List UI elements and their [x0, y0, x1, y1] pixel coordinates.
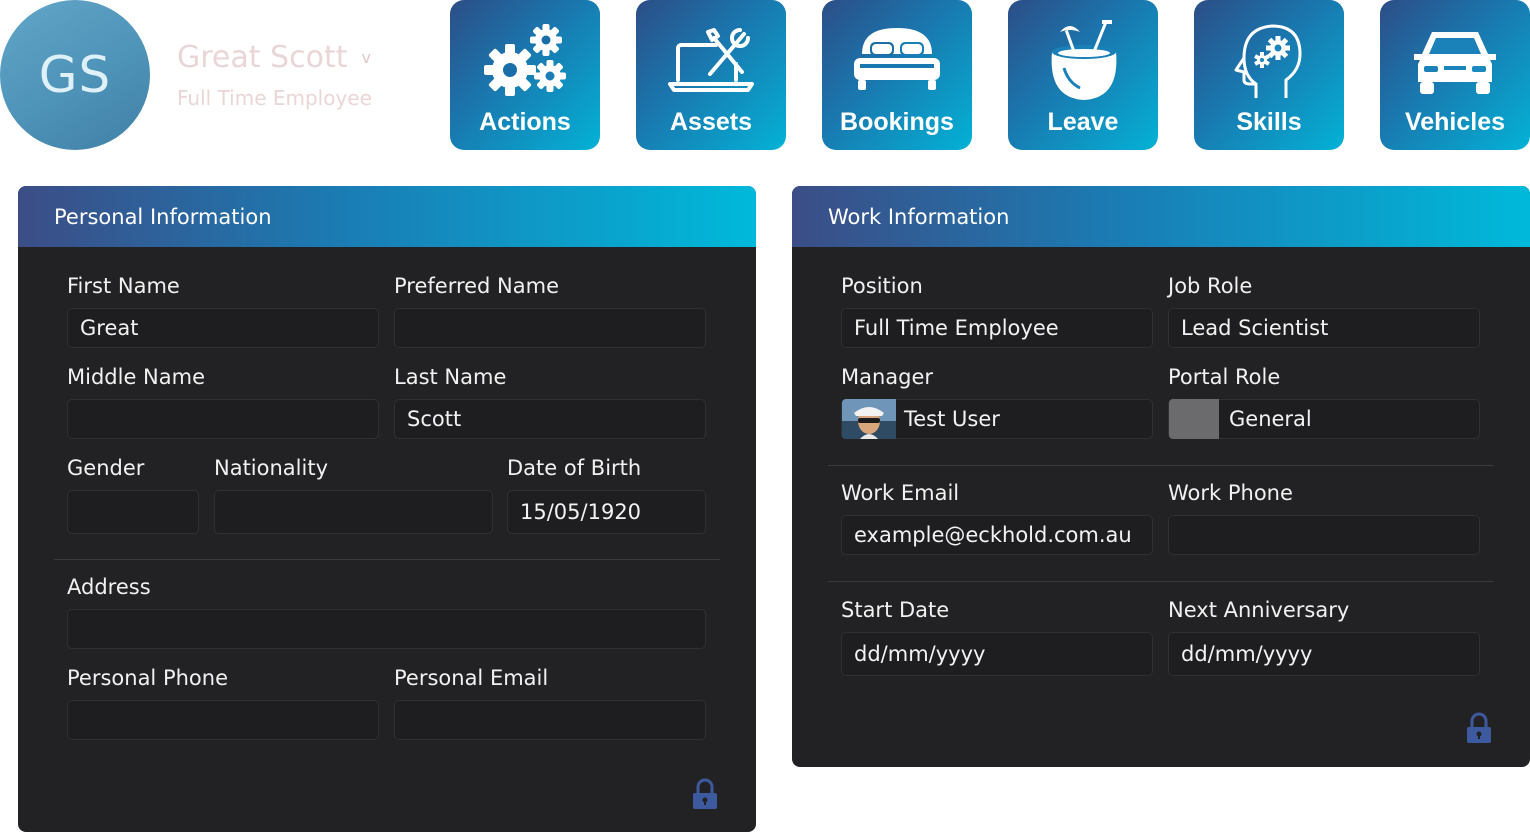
first-name-label: First Name	[67, 274, 180, 298]
manager-name: Test User	[904, 407, 1000, 431]
start-date-input[interactable]: dd/mm/yyyy	[841, 632, 1153, 676]
nationality-select[interactable]	[214, 490, 493, 534]
personal-phone-input[interactable]	[67, 700, 379, 740]
portal-role-label: Portal Role	[1168, 365, 1281, 389]
manager-select[interactable]: Test User	[841, 399, 1153, 439]
address-input[interactable]	[67, 609, 706, 649]
tile-leave[interactable]: Leave	[1008, 0, 1158, 150]
bed-icon	[854, 28, 940, 90]
user-avatar[interactable]: GS	[0, 0, 150, 150]
user-menu[interactable]: Great Scott v	[177, 40, 371, 75]
work-email-label: Work Email	[841, 481, 960, 505]
user-initials: GS	[38, 46, 112, 104]
work-phone-label: Work Phone	[1168, 481, 1293, 505]
car-icon	[1414, 32, 1496, 94]
job-role-input[interactable]: Lead Scientist	[1168, 308, 1480, 348]
nationality-label: Nationality	[214, 456, 329, 480]
job-role-label: Job Role	[1168, 274, 1253, 298]
next-anniversary-label: Next Anniversary	[1168, 598, 1350, 622]
portal-role-select[interactable]: General	[1168, 399, 1480, 439]
user-name: Great Scott	[177, 40, 348, 75]
dob-label: Date of Birth	[507, 456, 642, 480]
start-date-label: Start Date	[841, 598, 950, 622]
work-email-input[interactable]: example@eckhold.com.au	[841, 515, 1153, 555]
personal-phone-label: Personal Phone	[67, 666, 228, 690]
tile-assets[interactable]: Assets	[636, 0, 786, 150]
last-name-label: Last Name	[394, 365, 507, 389]
tile-assets-label: Assets	[670, 108, 752, 136]
panel-title: Work Information	[828, 204, 1010, 229]
tile-skills[interactable]: Skills	[1194, 0, 1344, 150]
tile-actions[interactable]: Actions	[450, 0, 600, 150]
section-divider	[828, 581, 1494, 582]
portal-role-value: General	[1229, 407, 1312, 431]
dob-input[interactable]: 15/05/1920	[507, 490, 706, 534]
gears-icon	[484, 24, 566, 96]
panel-header: Work Information	[792, 186, 1530, 247]
preferred-name-label: Preferred Name	[394, 274, 560, 298]
first-name-input[interactable]: Great	[67, 308, 379, 348]
role-color-swatch	[1169, 399, 1219, 439]
section-divider	[828, 465, 1494, 466]
lock-icon[interactable]	[1466, 710, 1492, 750]
personal-email-input[interactable]	[394, 700, 706, 740]
tile-leave-label: Leave	[1047, 108, 1119, 136]
coconut-drink-icon	[1051, 20, 1117, 100]
personal-email-label: Personal Email	[394, 666, 549, 690]
tile-vehicles[interactable]: Vehicles	[1380, 0, 1530, 150]
panel-title: Personal Information	[54, 204, 272, 229]
manager-label: Manager	[841, 365, 934, 389]
preferred-name-input[interactable]	[394, 308, 706, 348]
middle-name-input[interactable]	[67, 399, 379, 439]
last-name-input[interactable]: Scott	[394, 399, 706, 439]
gender-label: Gender	[67, 456, 145, 480]
head-gears-icon	[1234, 24, 1302, 98]
middle-name-label: Middle Name	[67, 365, 205, 389]
position-label: Position	[841, 274, 923, 298]
lock-icon[interactable]	[692, 776, 718, 816]
position-input[interactable]: Full Time Employee	[841, 308, 1153, 348]
work-information-panel: Work Information Position Full Time Empl…	[792, 186, 1530, 767]
address-label: Address	[67, 575, 151, 599]
tile-skills-label: Skills	[1236, 108, 1302, 136]
tile-actions-label: Actions	[479, 108, 571, 136]
tile-vehicles-label: Vehicles	[1404, 108, 1506, 136]
user-role: Full Time Employee	[177, 86, 372, 110]
gender-select[interactable]	[67, 490, 199, 534]
tile-bookings[interactable]: Bookings	[822, 0, 972, 150]
chevron-down-icon[interactable]: v	[361, 48, 370, 67]
next-anniversary-input[interactable]: dd/mm/yyyy	[1168, 632, 1480, 676]
section-divider	[54, 559, 720, 560]
tile-bookings-label: Bookings	[840, 108, 954, 136]
personal-information-panel: Personal Information First Name Great Pr…	[18, 186, 756, 832]
panel-header: Personal Information	[18, 186, 756, 247]
work-phone-input[interactable]	[1168, 515, 1480, 555]
laptop-tools-icon	[668, 28, 754, 92]
manager-avatar	[842, 399, 896, 439]
